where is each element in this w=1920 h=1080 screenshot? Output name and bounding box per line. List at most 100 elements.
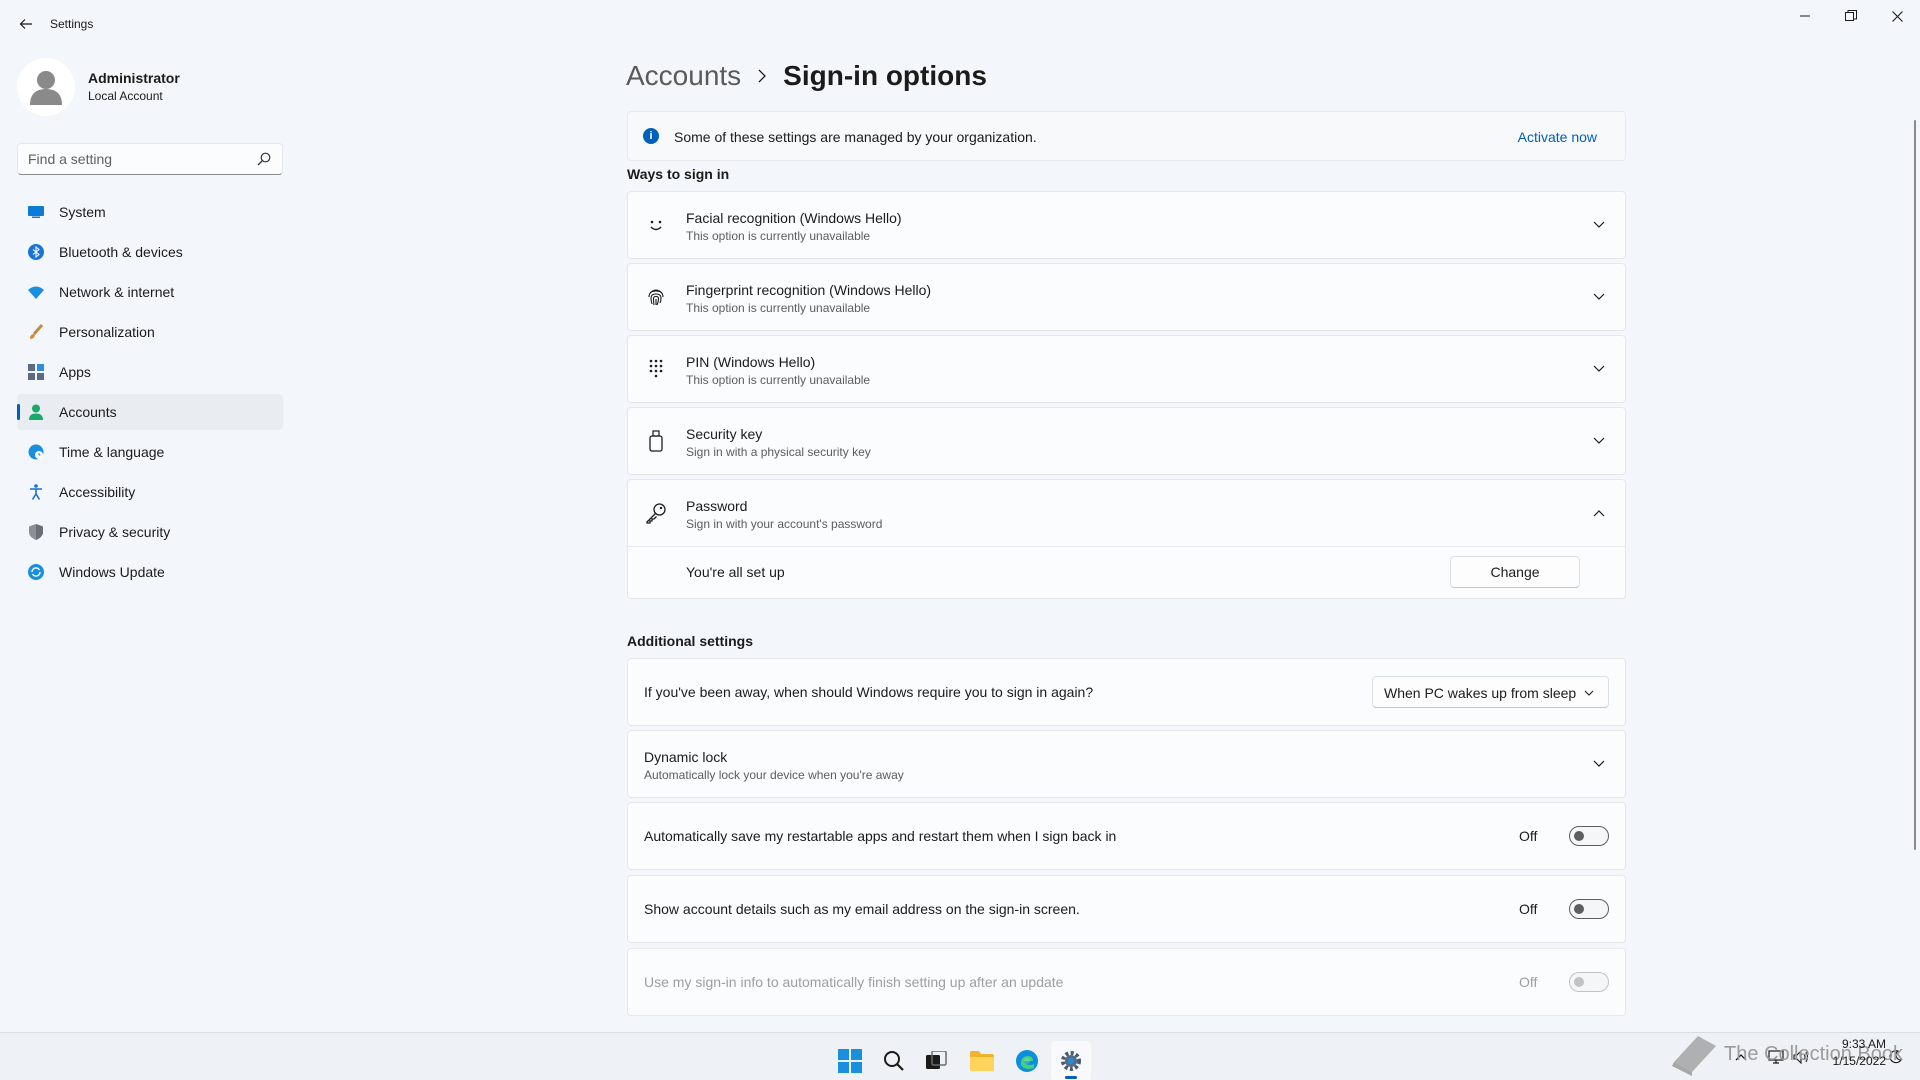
- restart-apps-toggle-group: Off: [1519, 825, 1609, 847]
- additional-settings-heading: Additional settings: [627, 633, 753, 649]
- task-view-button[interactable]: [917, 1041, 957, 1080]
- taskbar-search-button[interactable]: [874, 1041, 914, 1080]
- account-details-label: Show account details such as my email ad…: [644, 901, 1080, 917]
- avatar: [17, 58, 75, 116]
- security-key-card[interactable]: Security key Sign in with a physical sec…: [627, 407, 1626, 475]
- key-icon: [644, 501, 668, 525]
- search-icon[interactable]: [256, 151, 272, 167]
- search-icon: [884, 1051, 904, 1071]
- user-profile[interactable]: Administrator Local Account: [17, 58, 297, 118]
- globe-clock-icon: [27, 443, 45, 461]
- breadcrumb: Accounts Sign-in options: [626, 56, 987, 96]
- settings-taskbar-button[interactable]: [1051, 1041, 1091, 1080]
- sidebar-nav: System Bluetooth & devices Network & int…: [17, 194, 283, 594]
- card-subtitle: This option is currently unavailable: [686, 373, 871, 387]
- toggle-state-label: Off: [1519, 901, 1538, 917]
- sidebar-item-accessibility[interactable]: Accessibility: [17, 474, 283, 510]
- sidebar-item-label: System: [59, 204, 106, 220]
- back-arrow-icon: [19, 19, 32, 29]
- dynamic-lock-card[interactable]: Dynamic lock Automatically lock your dev…: [627, 730, 1626, 798]
- infobar-text: Some of these settings are managed by yo…: [674, 129, 1037, 145]
- sidebar-item-label: Privacy & security: [59, 524, 171, 540]
- auto-finish-setup-card: Use my sign-in info to automatically fin…: [627, 948, 1626, 1016]
- sidebar-item-label: Windows Update: [59, 564, 165, 580]
- close-button[interactable]: [1874, 0, 1920, 32]
- restart-apps-toggle[interactable]: [1569, 826, 1609, 846]
- edge-browser-button[interactable]: [1007, 1041, 1047, 1080]
- sidebar-item-privacy-security[interactable]: Privacy & security: [17, 514, 283, 550]
- fingerprint-recognition-card[interactable]: Fingerprint recognition (Windows Hello) …: [627, 263, 1626, 331]
- restore-button[interactable]: [1828, 0, 1874, 32]
- keypad-icon: [644, 357, 668, 381]
- card-subtitle: Sign in with your account's password: [686, 517, 883, 531]
- chevron-right-icon: [757, 69, 767, 83]
- sidebar-item-label: Network & internet: [59, 284, 175, 300]
- book-logo-icon: [1672, 1036, 1716, 1076]
- chevron-down-icon[interactable]: [1591, 433, 1607, 449]
- pin-card[interactable]: PIN (Windows Hello) This option is curre…: [627, 335, 1626, 403]
- require-signin-dropdown[interactable]: When PC wakes up from sleep: [1372, 676, 1609, 708]
- account-details-toggle[interactable]: [1569, 899, 1609, 919]
- apps-icon: [27, 363, 45, 381]
- sidebar-item-label: Accessibility: [59, 484, 136, 500]
- auto-finish-setup-toggle-group: Off: [1519, 971, 1609, 993]
- wifi-icon: [27, 283, 45, 301]
- facial-recognition-card[interactable]: Facial recognition (Windows Hello) This …: [627, 191, 1626, 259]
- change-password-button[interactable]: Change: [1450, 556, 1580, 588]
- chevron-down-icon[interactable]: [1591, 756, 1607, 772]
- chevron-down-icon[interactable]: [1591, 217, 1607, 233]
- sidebar-item-label: Personalization: [59, 324, 155, 340]
- monitor-icon: [27, 203, 45, 221]
- profile-name: Administrator: [88, 70, 180, 86]
- restore-icon: [1845, 10, 1857, 21]
- vertical-scrollbar[interactable]: [1914, 120, 1916, 850]
- sidebar-item-apps[interactable]: Apps: [17, 354, 283, 390]
- usb-key-icon: [644, 429, 668, 453]
- activate-now-link[interactable]: Activate now: [1518, 129, 1597, 145]
- password-card[interactable]: Password Sign in with your account's pas…: [627, 479, 1626, 547]
- fingerprint-icon: [644, 285, 668, 309]
- sidebar-item-accounts[interactable]: Accounts: [17, 394, 283, 430]
- managed-by-org-infobar: i Some of these settings are managed by …: [627, 111, 1626, 161]
- back-button[interactable]: [14, 12, 38, 36]
- password-expanded-row: You're all set up Change: [627, 547, 1626, 599]
- restart-apps-label: Automatically save my restartable apps a…: [644, 828, 1117, 844]
- app-title: Settings: [50, 17, 94, 31]
- sidebar-item-personalization[interactable]: Personalization: [17, 314, 283, 350]
- card-title: PIN (Windows Hello): [686, 354, 816, 370]
- card-title: Facial recognition (Windows Hello): [686, 210, 902, 226]
- search-input[interactable]: [18, 144, 238, 174]
- password-status: You're all set up: [686, 564, 785, 580]
- taskbar-clock[interactable]: 9:33 AM 1/15/2022: [1826, 1036, 1886, 1070]
- sidebar-item-windows-update[interactable]: Windows Update: [17, 554, 283, 590]
- taskbar: [0, 1032, 1920, 1080]
- sidebar-item-time-language[interactable]: Time & language: [17, 434, 283, 470]
- toggle-state-label: Off: [1519, 974, 1538, 990]
- minimize-icon: [1800, 15, 1810, 17]
- minimize-button[interactable]: [1782, 0, 1828, 32]
- card-title: Dynamic lock: [644, 749, 728, 765]
- breadcrumb-parent-accounts[interactable]: Accounts: [626, 60, 741, 92]
- sidebar-item-label: Time & language: [59, 444, 165, 460]
- brush-icon: [27, 323, 45, 341]
- toggle-knob: [1574, 904, 1584, 914]
- sync-icon: [27, 563, 45, 581]
- dropdown-value: When PC wakes up from sleep: [1384, 685, 1577, 701]
- chevron-down-icon[interactable]: [1591, 361, 1607, 377]
- file-explorer-button[interactable]: [962, 1041, 1002, 1080]
- person-icon: [27, 403, 45, 421]
- sidebar-item-network[interactable]: Network & internet: [17, 274, 283, 310]
- clock-time: 9:33 AM: [1841, 1037, 1886, 1051]
- account-details-card: Show account details such as my email ad…: [627, 875, 1626, 943]
- sidebar-item-system[interactable]: System: [17, 194, 283, 230]
- edge-icon: [1016, 1050, 1038, 1072]
- start-button[interactable]: [830, 1041, 870, 1080]
- sidebar-item-bluetooth[interactable]: Bluetooth & devices: [17, 234, 283, 270]
- account-details-toggle-group: Off: [1519, 898, 1609, 920]
- toggle-knob: [1574, 831, 1584, 841]
- bluetooth-icon: [27, 243, 45, 261]
- chevron-down-icon[interactable]: [1591, 289, 1607, 305]
- chevron-up-icon[interactable]: [1591, 505, 1607, 521]
- restart-apps-card: Automatically save my restartable apps a…: [627, 802, 1626, 870]
- search-box[interactable]: [17, 143, 283, 175]
